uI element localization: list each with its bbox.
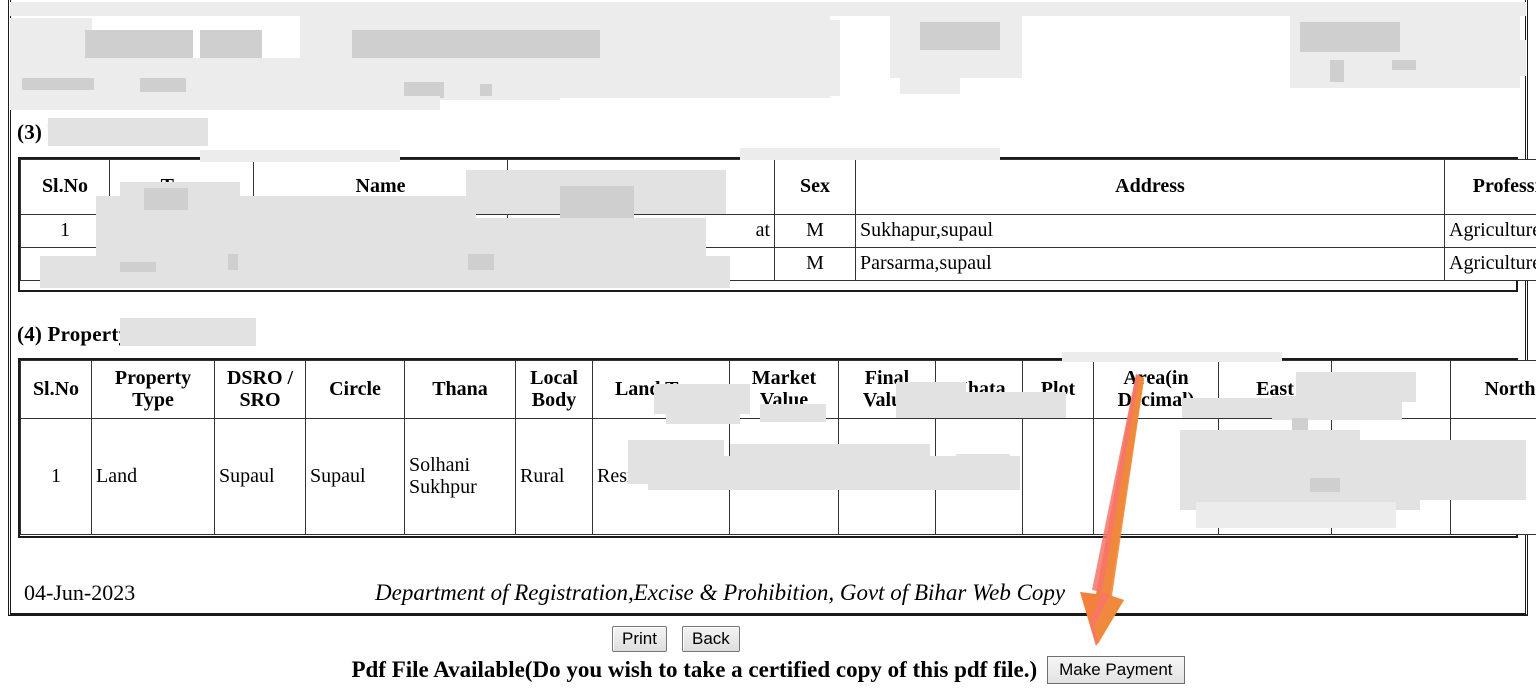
make-payment-button[interactable]: Make Payment <box>1047 656 1185 684</box>
property-header-dsro-sro: DSRO / SRO <box>214 360 306 419</box>
back-button[interactable]: Back <box>682 626 740 652</box>
property-cell-final-value <box>838 418 936 535</box>
property-header-thana: Thana <box>404 360 516 419</box>
party-header-address: Address <box>855 159 1445 215</box>
pdf-availability-message: Pdf File Available(Do you wish to take a… <box>351 657 1038 682</box>
party-details-table: Sl.No Type Name Father/Husband Sex Addre… <box>20 159 1536 281</box>
property-cell-circle: Supaul <box>305 418 405 535</box>
party-cell-sex: M <box>774 214 856 248</box>
property-header-market-value: Market Value <box>729 360 839 419</box>
party-header-type: Type <box>109 159 254 215</box>
party-cell-type <box>109 247 254 281</box>
pdf-availability-row: Pdf File Available(Do you wish to take a… <box>0 656 1536 684</box>
section-title-property-label: (4) Property Details <box>17 322 198 346</box>
property-cell-sl-no: 1 <box>20 418 92 535</box>
print-button[interactable]: Print <box>612 626 667 652</box>
property-header-property-type: Property Type <box>91 360 215 419</box>
property-cell-west <box>1331 418 1451 535</box>
section-title-party-label: (3) Party Details <box>17 120 168 144</box>
property-cell-area <box>1093 418 1219 535</box>
party-header-profession: Profession <box>1444 159 1536 215</box>
table-row: 1 Land Supaul Supaul Solhani Sukhpur Rur… <box>20 418 1536 535</box>
property-cell-plot <box>1022 418 1094 535</box>
property-cell-north: KA ETC <box>1450 418 1536 535</box>
property-header-plot: Plot <box>1022 360 1094 419</box>
property-cell-east: RAM I SHA MA ETC <box>1218 418 1332 535</box>
party-cell-name <box>253 247 508 281</box>
party-header-sl-no: Sl.No <box>20 159 110 215</box>
department-footer-text: Department of Registration,Excise & Proh… <box>375 580 1066 605</box>
party-details-table-box: Sl.No Type Name Father/Husband Sex Addre… <box>18 157 1536 292</box>
table-row: 2 M Parsarma,supaul Agriculture <box>20 247 1536 281</box>
document-date: 04-Jun-2023 <box>24 580 136 605</box>
property-header-final-value: Final Value <box>838 360 936 419</box>
party-cell-father-husband: at <box>507 214 775 248</box>
web-copy-document-page: (3) Party Details Sl.No Type Name Father… <box>0 0 1536 698</box>
property-header-area: Area(in Decimal) <box>1093 360 1219 419</box>
party-cell-profession: Agriculture <box>1444 247 1536 281</box>
party-header-name: Name <box>253 159 508 215</box>
party-cell-profession: Agriculture <box>1444 214 1536 248</box>
property-header-land-type: Land Type <box>592 360 730 419</box>
property-cell-property-type: Land <box>91 418 215 535</box>
property-cell-market-value <box>729 418 839 535</box>
property-cell-thana: Solhani Sukhpur <box>404 418 516 535</box>
property-header-sl-no: Sl.No <box>20 360 92 419</box>
property-header-local-body: Local Body <box>515 360 593 419</box>
property-cell-land-type: Residential (B) <box>592 418 730 535</box>
party-header-father-husband: Father/Husband <box>507 159 775 215</box>
party-cell-sl-no: 1 <box>20 214 110 248</box>
table-row: 1 at M Sukhapur,supaul Agriculture <box>20 214 1536 248</box>
party-cell-father-husband <box>507 247 775 281</box>
property-header-west: West <box>1331 360 1451 419</box>
property-header-north: North <box>1450 360 1536 419</box>
table-header-row: Sl.No Property Type DSRO / SRO Circle Th… <box>20 360 1536 419</box>
property-cell-local-body: Rural <box>515 418 593 535</box>
property-header-circle: Circle <box>305 360 405 419</box>
section-title-party-details: (3) Party Details <box>17 120 167 145</box>
party-cell-address: Sukhapur,supaul <box>855 214 1445 248</box>
property-header-khata: Khata <box>935 360 1023 419</box>
property-details-table-box: Sl.No Property Type DSRO / SRO Circle Th… <box>18 358 1536 538</box>
party-cell-sex: M <box>774 247 856 281</box>
property-details-table: Sl.No Property Type DSRO / SRO Circle Th… <box>20 360 1536 535</box>
property-cell-dsro-sro: Supaul <box>214 418 306 535</box>
party-cell-type <box>109 214 254 248</box>
table-header-row: Sl.No Type Name Father/Husband Sex Addre… <box>20 159 1536 215</box>
party-cell-address: Parsarma,supaul <box>855 247 1445 281</box>
property-cell-khata <box>935 418 1023 535</box>
property-header-east: East <box>1218 360 1332 419</box>
party-cell-name <box>253 214 508 248</box>
section-title-property-details: (4) Property Details <box>17 322 198 347</box>
document-footer: 04-Jun-2023 Department of Registration,E… <box>20 580 1516 614</box>
party-header-sex: Sex <box>774 159 856 215</box>
party-cell-sl-no: 2 <box>20 247 110 281</box>
